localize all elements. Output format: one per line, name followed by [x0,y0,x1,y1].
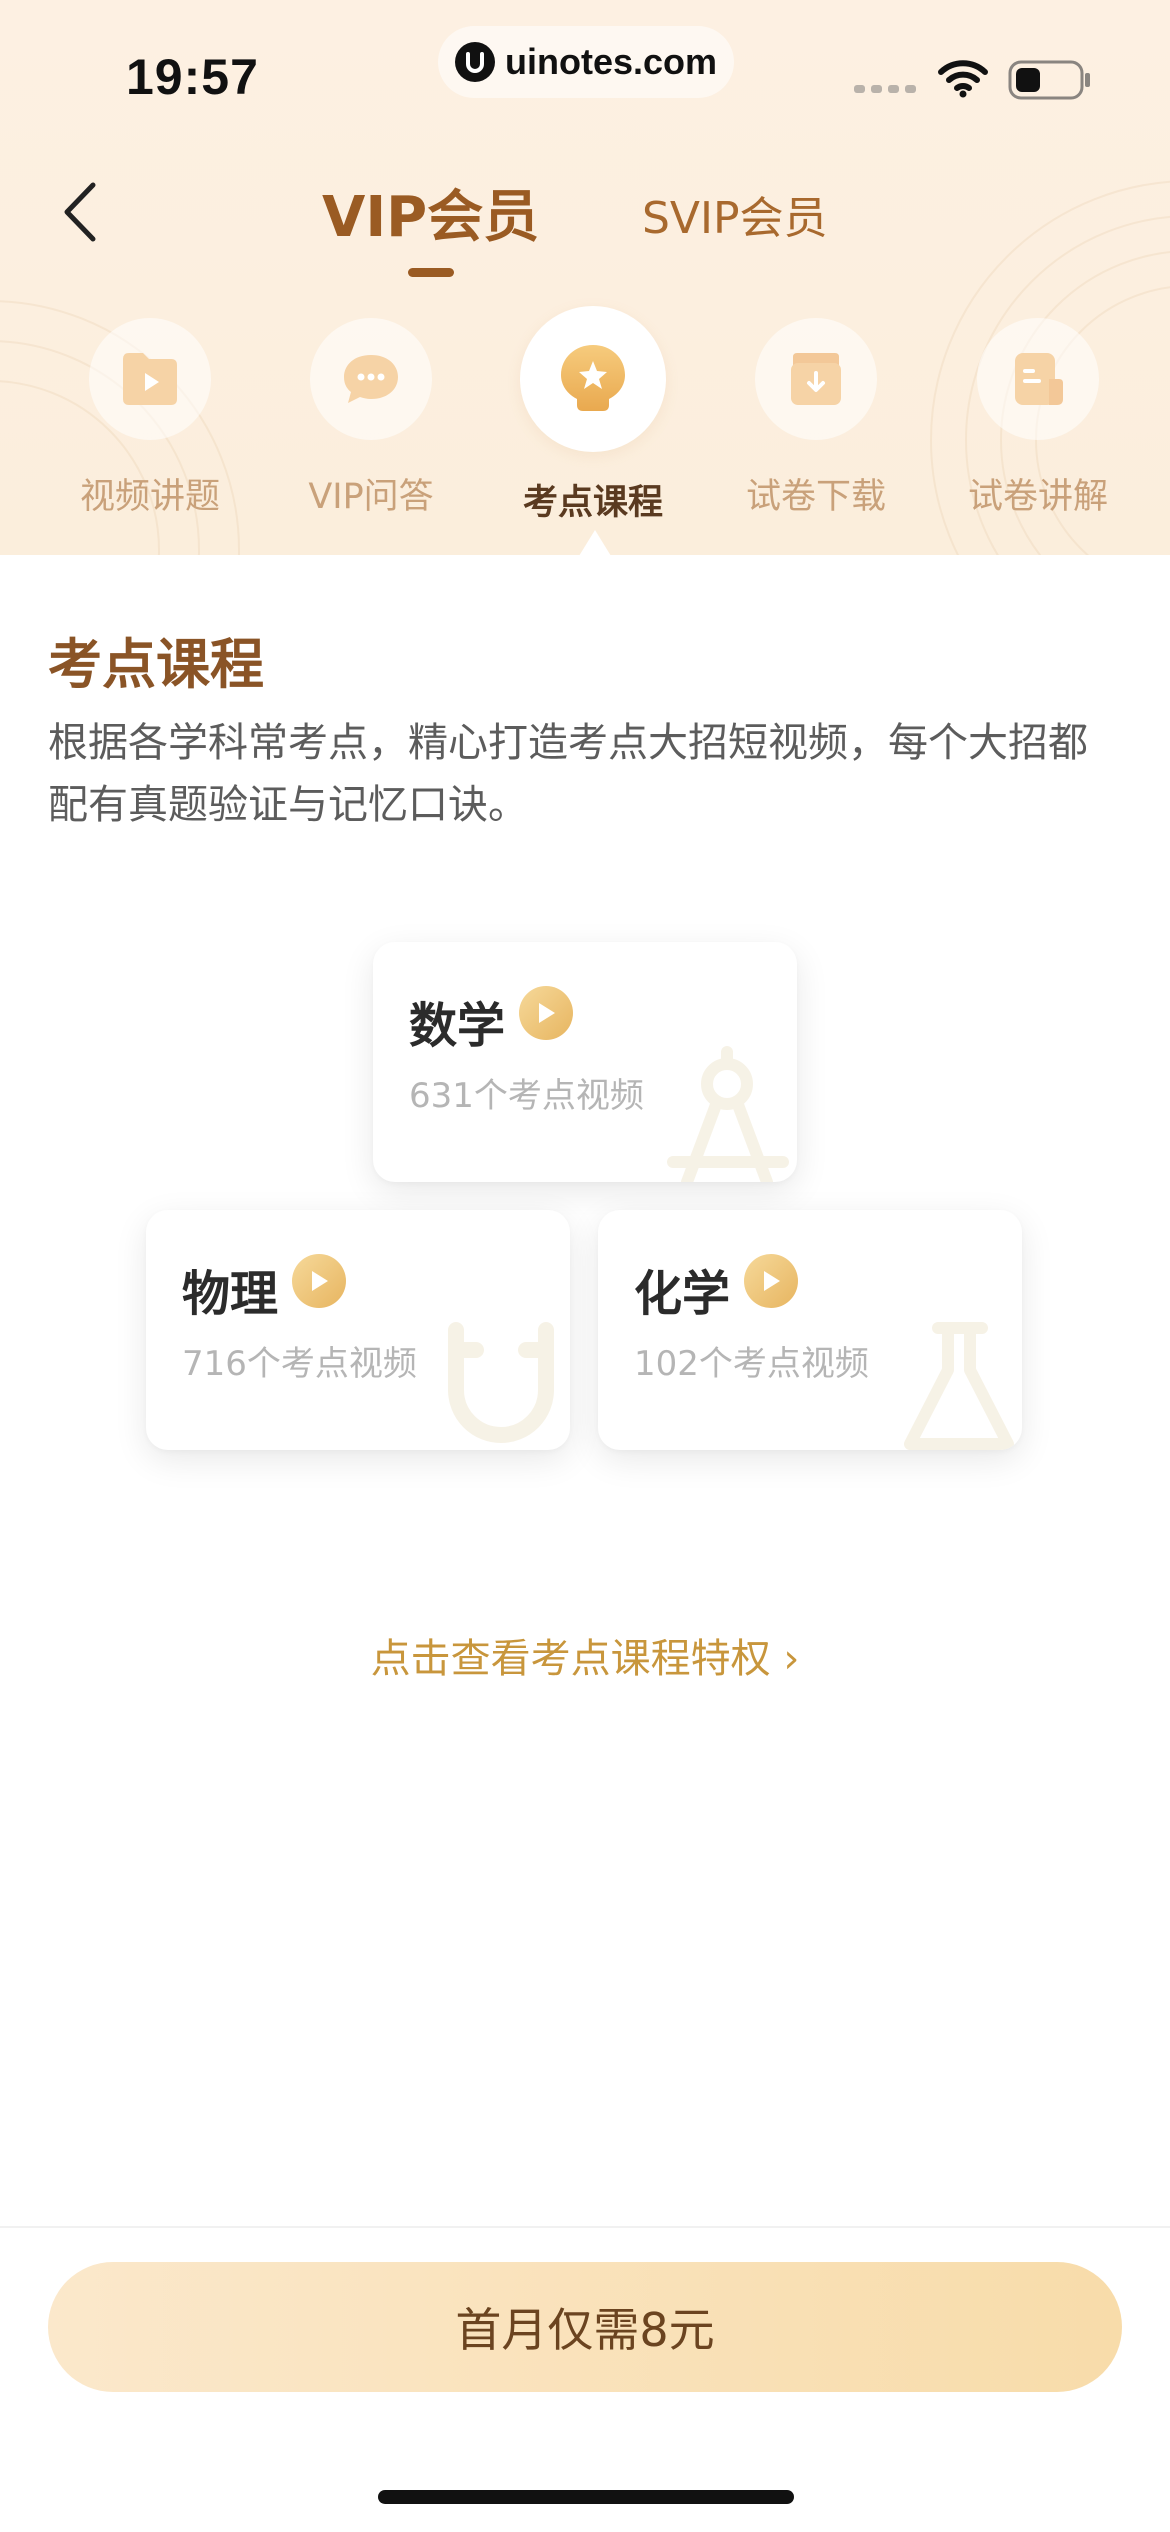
tab-active-indicator [408,268,454,277]
subject-video-count: 631个考点视频 [409,1076,644,1116]
status-time: 19:57 [126,49,259,105]
feature-icon-circle [310,318,432,440]
feature-key-courses[interactable]: 考点课程 [503,306,683,542]
feature-icon-circle [520,306,666,452]
feature-label: VIP问答 [308,477,434,517]
flask-icon [904,1322,1014,1450]
subject-card-math[interactable]: 数学 631个考点视频 [373,942,797,1182]
video-folder-icon [123,353,177,405]
home-indicator [378,2490,794,2504]
play-icon [744,1254,798,1308]
url-pill: uinotes.com [438,26,734,98]
play-icon [519,986,573,1040]
status-bar: 19:57 uinotes.com [0,0,1170,140]
feature-icon-circle [89,318,211,440]
feature-label: 考点课程 [522,483,663,523]
subject-name: 化学 [634,1266,731,1322]
tab-vip[interactable]: VIP会员 [322,172,539,253]
bottom-divider [0,2226,1170,2228]
feature-label: 试卷下载 [745,477,886,517]
cellular-signal-icon [854,85,916,93]
subject-name: 数学 [409,998,506,1054]
feature-paper-download[interactable]: 试卷下载 [726,312,906,542]
section-description: 根据各学科常考点，精心打造考点大招短视频，每个大招都配有真题验证与记忆口诀。 [48,720,1088,828]
back-button[interactable] [44,172,114,252]
document-icon [1015,353,1063,405]
compass-icon [667,1046,789,1182]
subject-video-count: 102个考点视频 [634,1344,869,1384]
subject-name: 物理 [182,1266,279,1322]
feature-label: 试卷讲解 [967,477,1108,517]
url-text: uinotes.com [504,41,718,82]
view-privileges-link[interactable]: 点击查看考点课程特权 › [0,1626,1170,1684]
feature-video-explain[interactable]: 视频讲题 [60,312,240,542]
subject-card-chemistry[interactable]: 化学 102个考点视频 [598,1210,1022,1450]
chat-bubble-icon [344,355,398,403]
section-title: 考点课程 [48,633,264,696]
subscribe-button[interactable]: 首月仅需8元 [48,2262,1122,2392]
feature-paper-explain[interactable]: 试卷讲解 [948,312,1128,542]
star-bulb-icon [561,345,625,411]
play-icon [292,1254,346,1308]
uinotes-logo-icon [454,42,495,82]
download-box-icon [791,353,841,405]
battery-icon [1008,60,1090,100]
feature-vip-qa[interactable]: VIP问答 [281,312,461,542]
magnet-icon [448,1322,554,1443]
subject-card-physics[interactable]: 物理 716个考点视频 [146,1210,570,1450]
subject-video-count: 716个考点视频 [182,1344,417,1384]
feature-label: 视频讲题 [79,477,220,517]
active-feature-pointer [579,530,611,556]
tab-svip[interactable]: SVIP会员 [642,182,828,246]
chevron-left-icon [64,182,96,242]
feature-icon-circle [977,318,1099,440]
wifi-icon [938,60,988,98]
feature-icon-circle [755,318,877,440]
